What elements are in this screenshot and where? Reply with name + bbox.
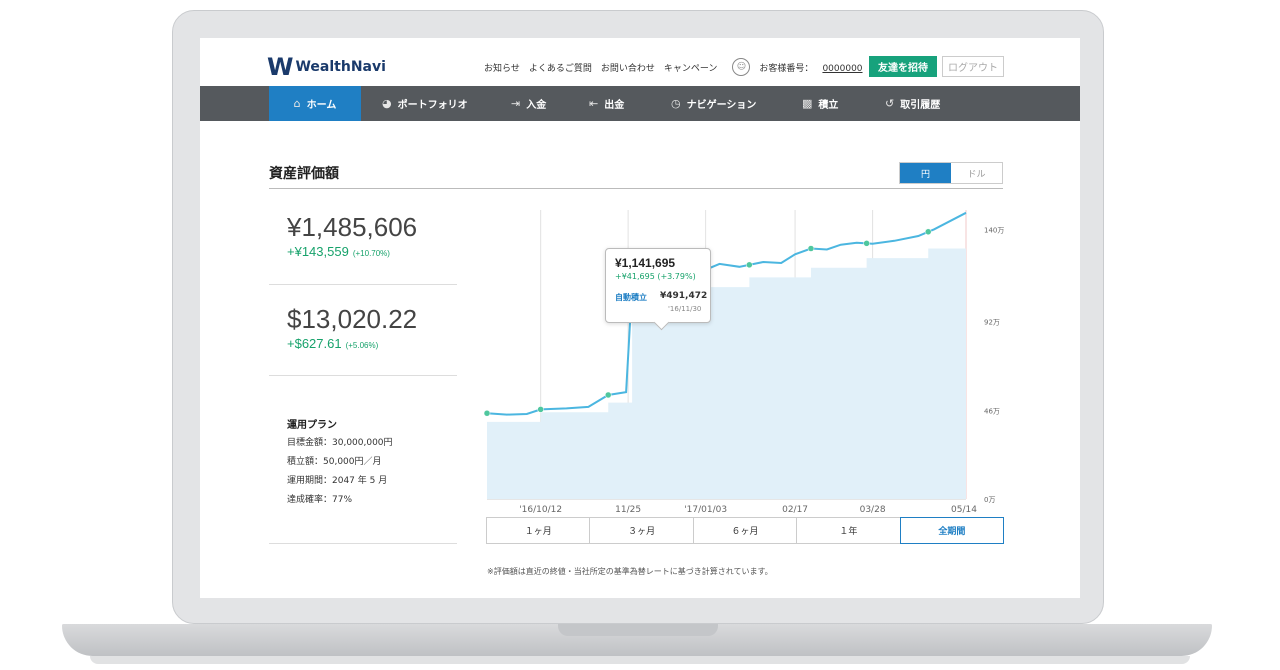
app-screen: '16/10/12 11/25 '17/01/03 02/17 03/28 05/14 0万… (200, 38, 1080, 598)
x-tick-label: 02/17 (782, 505, 808, 515)
logo-text: WealthNavi (295, 59, 386, 75)
clock-icon: ◷ (671, 97, 681, 110)
nav-portfolio[interactable]: ◕ ポートフォリオ (382, 86, 468, 121)
range-6m-button[interactable]: ６ヶ月 (694, 518, 798, 543)
currency-toggle: 円 ドル (899, 162, 1003, 184)
chart-tooltip: ¥1,141,695 +¥41,695 (+3.79%) 自動積立 ¥491,4… (605, 248, 711, 323)
range-3m-button[interactable]: ３ヶ月 (590, 518, 694, 543)
deposit-marker (924, 228, 932, 236)
nav-withdraw[interactable]: ⇤ 出金 (589, 86, 624, 121)
deposit-marker (746, 261, 753, 269)
link-contact[interactable]: お問い合わせ (601, 61, 655, 74)
divider (269, 375, 457, 376)
usd-gain-value: +$627.61 (287, 336, 342, 351)
footnote: ※評価額は直近の終値・当社所定の基準為替レートに基づき計算されています。 (487, 567, 773, 576)
nav-savings[interactable]: ▩ 積立 (802, 86, 838, 121)
plan-target: 目標金額：30,000,000円 (287, 438, 393, 448)
x-tick-label: 11/25 (615, 505, 641, 515)
link-news[interactable]: お知らせ (484, 61, 520, 74)
tooltip-gain: +¥41,695 (+3.79%) (615, 272, 696, 281)
plan-period: 運用期間：2047 年 5 月 (287, 476, 388, 486)
y-tick-label: 46万 (984, 407, 1000, 415)
usd-gain: +$627.61 (+5.06%) (287, 336, 378, 351)
range-1y-button[interactable]: １年 (797, 518, 901, 543)
deposit-marker (807, 245, 815, 252)
nav-label: 出金 (604, 100, 625, 111)
nav-history[interactable]: ↺ 取引履歴 (885, 86, 940, 121)
wealthnavi-logo[interactable]: W WealthNavi (267, 55, 386, 79)
divider (269, 188, 1003, 189)
usd-total: $13,020.22 (287, 304, 418, 334)
account-label: お客様番号： (759, 63, 814, 74)
principal-area (487, 240, 966, 499)
deposit-marker (604, 391, 612, 399)
y-tick-label: 92万 (984, 319, 1000, 327)
usd-gain-pct: (+5.06%) (345, 341, 379, 350)
nav-label: ナビゲーション (686, 100, 757, 111)
header-links: お知らせ よくあるご質問 お問い合わせ キャンペーン ☺ お客様番号： 00000… (484, 58, 872, 76)
deposit-marker (537, 406, 544, 413)
history-icon: ↺ (885, 97, 895, 110)
plan-monthly: 積立額：50,000円／月 (287, 457, 382, 467)
nav-navigation[interactable]: ◷ ナビゲーション (671, 86, 756, 121)
deposit-icon: ⇥ (511, 97, 521, 110)
main-nav: ⌂ ホーム ◕ ポートフォリオ ⇥ 入金 ⇤ 出金 ◷ ナビゲーション ▩ 積立… (200, 86, 1080, 121)
nav-home[interactable]: ⌂ ホーム (269, 86, 361, 121)
jpy-gain-value: +¥143,559 (287, 244, 349, 259)
account-number: お客様番号： 0000000 (759, 61, 862, 74)
invite-friend-button[interactable]: 友達を招待 (869, 56, 937, 77)
x-tick-label: 03/28 (860, 505, 886, 515)
logo-mark-icon: W (267, 53, 294, 81)
bars-icon: ▩ (802, 97, 813, 110)
deposit-marker (863, 240, 870, 247)
jpy-gain-pct: (+10.70%) (352, 249, 390, 258)
nav-deposit[interactable]: ⇥ 入金 (511, 86, 546, 121)
range-selector: １ヶ月 ３ヶ月 ６ヶ月 １年 全期間 (486, 517, 1005, 544)
link-campaign[interactable]: キャンペーン (664, 61, 718, 74)
tooltip-value: ¥1,141,695 (615, 256, 676, 270)
tooltip-type: 自動積立 (615, 293, 647, 302)
x-tick-label: '17/01/03 (684, 505, 727, 515)
nav-label: 積立 (818, 100, 839, 111)
link-faq[interactable]: よくあるご質問 (529, 61, 592, 74)
nav-label: 入金 (526, 100, 547, 111)
laptop-notch (558, 624, 718, 636)
jpy-total: ¥1,485,606 (287, 212, 418, 242)
home-icon: ⌂ (293, 97, 301, 110)
y-tick-label: 140万 (984, 226, 1004, 234)
page-title: 資産評価額 (269, 166, 339, 182)
deposit-marker (483, 410, 491, 417)
tooltip-amount: ¥491,472 (660, 291, 708, 301)
nav-label: 取引履歴 (900, 100, 941, 111)
jpy-gain: +¥143,559 (+10.70%) (287, 244, 390, 259)
account-number-value: 0000000 (822, 63, 863, 74)
divider (269, 284, 457, 285)
x-tick-label: '16/10/12 (519, 505, 562, 515)
currency-usd-button[interactable]: ドル (951, 163, 1002, 183)
logout-button[interactable]: ログアウト (942, 56, 1004, 77)
x-tick-label: 05/14 (951, 505, 977, 515)
pie-chart-icon: ◕ (382, 97, 392, 110)
range-1m-button[interactable]: １ヶ月 (487, 518, 591, 543)
range-all-button[interactable]: 全期間 (899, 517, 1005, 544)
tooltip-date: '16/11/30 (668, 305, 702, 313)
divider (269, 543, 457, 544)
y-tick-label: 0万 (984, 496, 995, 504)
plan-title: 運用プラン (287, 420, 337, 431)
nav-label: ホーム (306, 100, 337, 111)
withdraw-icon: ⇤ (589, 97, 599, 110)
plan-probability: 達成確率：77% (287, 495, 353, 505)
user-icon[interactable]: ☺ (732, 58, 751, 76)
nav-label: ポートフォリオ (397, 100, 468, 111)
laptop-shadow (90, 656, 1190, 664)
currency-jpy-button[interactable]: 円 (900, 163, 951, 183)
